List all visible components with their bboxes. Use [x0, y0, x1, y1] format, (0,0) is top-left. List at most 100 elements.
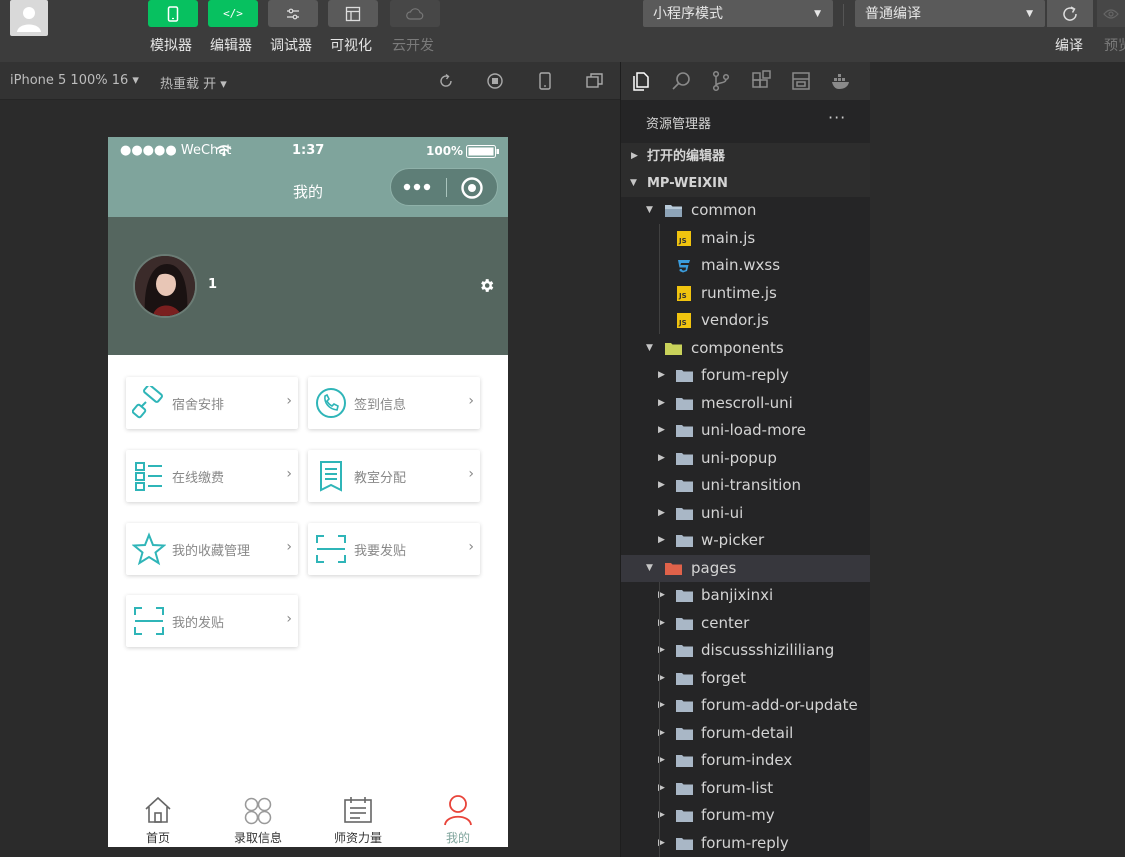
- simulator-button[interactable]: [148, 0, 198, 27]
- username: 1: [208, 277, 218, 292]
- compile-button[interactable]: [1047, 0, 1093, 27]
- editor-button[interactable]: </>: [208, 0, 258, 27]
- compile-select[interactable]: 普通编译 ▼: [855, 0, 1045, 27]
- tab-label: 首页: [145, 831, 170, 845]
- tree-item-label: uni-ui: [701, 503, 744, 522]
- chevron-right-icon: ›: [468, 393, 474, 409]
- folder-icon: [676, 452, 693, 465]
- menu-card-my-posts[interactable]: 我的发贴 ›: [126, 595, 298, 647]
- detach-window-icon[interactable]: [585, 71, 605, 91]
- chevron-right-icon: ▶: [658, 397, 665, 408]
- menu-card-payment[interactable]: 在线缴费 ›: [126, 450, 298, 502]
- chevron-down-icon: ▼: [646, 342, 653, 353]
- open-editors-section[interactable]: ▶ 打开的编辑器: [621, 143, 870, 170]
- chevron-right-icon: ›: [286, 393, 292, 409]
- svg-text:JS: JS: [678, 319, 687, 327]
- tree-item[interactable]: ▼ components: [621, 335, 870, 362]
- folder-icon: [676, 755, 693, 767]
- tree-item[interactable]: ▶ uni-ui: [621, 500, 870, 527]
- mode-select[interactable]: 小程序模式 ▼: [643, 0, 833, 27]
- visual-label: 可视化: [330, 38, 372, 54]
- chevron-down-icon: ▼: [646, 562, 653, 573]
- menu-label: 签到信息: [354, 398, 407, 413]
- visual-button[interactable]: [328, 0, 378, 27]
- project-section[interactable]: ▼ MP-WEIXIN: [621, 170, 870, 197]
- preview-button[interactable]: [1097, 0, 1125, 27]
- js-file-icon: JS: [677, 285, 691, 301]
- menu-card-new-post[interactable]: 我要发贴 ›: [308, 523, 480, 575]
- tab-faculty[interactable]: 师资力量: [308, 787, 408, 847]
- tree-item-label: forum-detail: [701, 723, 794, 742]
- debugger-label: 调试器: [270, 38, 312, 54]
- editor-label: 编辑器: [210, 38, 252, 54]
- scan-icon: [134, 607, 164, 635]
- menu-card-checkin[interactable]: 签到信息 ›: [308, 377, 480, 429]
- refresh-icon: [1063, 5, 1077, 21]
- storage-icon[interactable]: [790, 70, 812, 92]
- search-icon[interactable]: [670, 70, 692, 92]
- chevron-right-icon: ▶: [658, 452, 665, 463]
- phone-tab-bar: 首页 录取信息 师资力量 我的: [108, 787, 508, 847]
- docker-icon[interactable]: [830, 70, 852, 92]
- cloud-dev-button[interactable]: [390, 0, 440, 27]
- tree-item[interactable]: ▶ uni-transition: [621, 472, 870, 499]
- tree-item-label: forum-my: [701, 806, 775, 824]
- more-dots-icon[interactable]: [403, 183, 433, 191]
- home-icon: [145, 796, 171, 823]
- simulator-label: 模拟器: [150, 38, 192, 54]
- tree-item[interactable]: ▶ forum-reply: [621, 362, 870, 389]
- tree-item[interactable]: ▼ pages: [621, 554, 870, 582]
- tree-item-label: main.js: [701, 228, 756, 247]
- tree-item[interactable]: ▼ common: [621, 197, 870, 224]
- roller-icon: [132, 386, 163, 419]
- tab-mine[interactable]: 我的: [408, 787, 508, 847]
- chevron-right-icon: ›: [468, 466, 474, 482]
- tab-admission[interactable]: 录取信息: [208, 787, 308, 847]
- tab-label: 录取信息: [233, 831, 282, 845]
- tree-item-label: common: [691, 201, 757, 219]
- files-icon[interactable]: [630, 70, 652, 92]
- device-select[interactable]: iPhone 5 100% 16 ▾: [10, 73, 139, 88]
- extensions-icon[interactable]: [750, 70, 772, 92]
- tree-item-label: forum-reply: [701, 366, 789, 384]
- chevron-down-icon: ▼: [1026, 9, 1033, 19]
- tree-item[interactable]: ▶ mescroll-uni: [621, 390, 870, 417]
- explorer-title: 资源管理器: [646, 117, 712, 132]
- capsule-divider: [446, 178, 447, 197]
- menu-card-dorm[interactable]: 宿舍安排 ›: [126, 377, 298, 429]
- tree-item[interactable]: ▶ uni-load-more: [621, 417, 870, 444]
- sliders-icon: [287, 8, 299, 19]
- tree-item-label: main.wxss: [701, 256, 781, 274]
- stop-icon[interactable]: [485, 71, 505, 91]
- tab-home[interactable]: 首页: [108, 787, 208, 847]
- hot-reload-select[interactable]: 热重载 开 ▾: [160, 73, 227, 92]
- avatar[interactable]: [133, 254, 197, 318]
- tree-item[interactable]: ▶ uni-popup: [621, 445, 870, 472]
- phone-device-icon: [167, 5, 179, 22]
- rotate-icon[interactable]: [436, 71, 456, 91]
- mobile-preview-icon[interactable]: [535, 71, 555, 91]
- folder-icon: [676, 480, 693, 492]
- more-actions-icon[interactable]: ···: [828, 108, 846, 127]
- folder-icon: [676, 645, 693, 657]
- menu-card-classroom[interactable]: 教室分配 ›: [308, 450, 480, 502]
- close-miniprogram-icon[interactable]: [460, 176, 484, 200]
- debugger-button[interactable]: [268, 0, 318, 27]
- menu-card-favorites[interactable]: 我的收藏管理 ›: [126, 523, 298, 575]
- indent-guide: [659, 224, 660, 334]
- folder-icon: [676, 782, 693, 795]
- explorer-panel: 资源管理器 ··· ▶ 打开的编辑器 ▼ MP-WEIXIN ▼ common JS…: [621, 100, 870, 857]
- source-control-icon[interactable]: [710, 70, 732, 92]
- battery-text: 100%: [426, 144, 464, 158]
- folder-icon: [676, 370, 693, 382]
- simulator-toolbar: iPhone 5 100% 16 ▾ 热重载 开 ▾: [0, 62, 620, 100]
- menu-label: 在线缴费: [172, 471, 225, 486]
- chevron-right-icon: ›: [286, 611, 292, 627]
- tree-item[interactable]: ▶ w-picker: [621, 527, 870, 554]
- star-icon: [132, 532, 166, 566]
- gear-icon[interactable]: [478, 277, 495, 294]
- account-avatar[interactable]: [10, 0, 48, 36]
- grid-icon: [244, 797, 272, 825]
- capsule-button[interactable]: [390, 168, 498, 206]
- phone-nav-bar: 我的: [108, 165, 508, 217]
